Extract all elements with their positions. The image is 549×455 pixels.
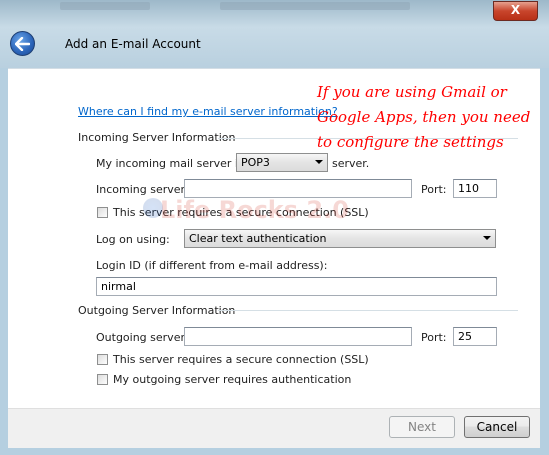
window-frame-bottom: [0, 448, 549, 455]
background-blur: [60, 2, 150, 10]
window-title: Add an E-mail Account: [65, 37, 201, 51]
login-id-label: Login ID (if different from e-mail addre…: [96, 259, 328, 272]
dialog-footer: Next Cancel: [8, 408, 540, 449]
outgoing-auth-checkbox[interactable]: [97, 374, 108, 385]
close-button[interactable]: X: [493, 1, 538, 21]
incoming-port-input[interactable]: 110: [453, 179, 497, 198]
background-blur: [220, 2, 410, 10]
help-link[interactable]: Where can I find my e-mail server inform…: [78, 105, 338, 118]
logon-label: Log on using:: [96, 233, 170, 246]
watermark: Life Rocks 2.0: [160, 196, 349, 224]
server-type-select[interactable]: POP3: [236, 153, 328, 172]
incoming-port-label: Port:: [421, 183, 447, 196]
chevron-down-icon: [483, 236, 491, 240]
outgoing-server-label: Outgoing server:: [96, 331, 189, 344]
chevron-down-icon: [315, 160, 323, 164]
close-icon: X: [510, 3, 521, 17]
next-button[interactable]: Next: [389, 416, 455, 438]
login-id-input[interactable]: nirmal: [96, 277, 497, 296]
incoming-ssl-checkbox[interactable]: [97, 207, 108, 218]
server-type-value: POP3: [241, 156, 270, 169]
window-frame: [0, 0, 549, 68]
outgoing-ssl-checkbox[interactable]: [97, 354, 108, 365]
logon-method-select[interactable]: Clear text authentication: [184, 229, 496, 248]
annotation-note: If you are using Gmail or Google Apps, t…: [317, 83, 531, 151]
outgoing-port-label: Port:: [421, 331, 447, 344]
cancel-button[interactable]: Cancel: [464, 416, 530, 438]
back-arrow-icon: [15, 37, 30, 51]
incoming-group-label: Incoming Server Information: [78, 131, 236, 144]
outgoing-auth-label: My outgoing server requires authenticati…: [113, 373, 352, 386]
divider: [218, 310, 518, 311]
back-button[interactable]: [10, 31, 35, 56]
outgoing-ssl-label: This server requires a secure connection…: [113, 353, 369, 366]
logon-method-value: Clear text authentication: [189, 232, 327, 245]
outgoing-port-input[interactable]: 25: [453, 327, 497, 346]
outgoing-group-label: Outgoing Server Information: [78, 304, 236, 317]
outgoing-server-input[interactable]: [184, 327, 412, 346]
incoming-server-label: Incoming server:: [96, 183, 189, 196]
server-type-prefix: My incoming mail server is a: [96, 157, 254, 170]
server-type-suffix: server.: [332, 157, 370, 170]
